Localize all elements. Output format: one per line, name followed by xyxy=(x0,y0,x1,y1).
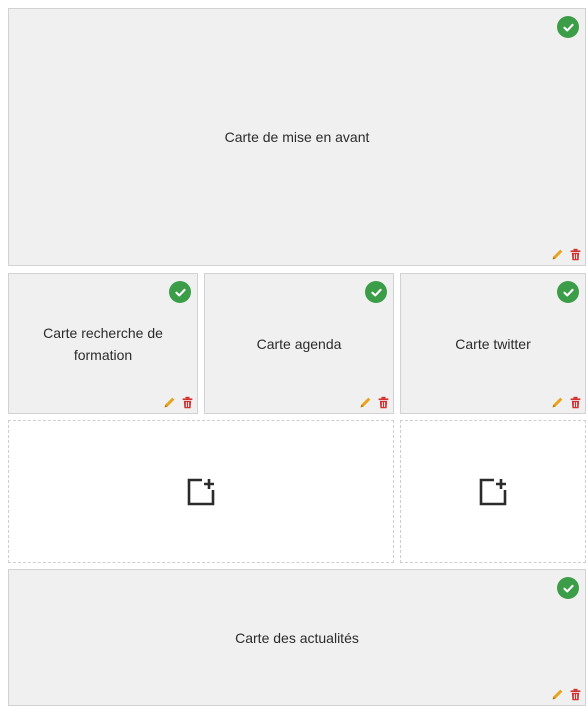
pencil-icon[interactable] xyxy=(359,396,372,409)
card-formation-label: Carte recherche de formation xyxy=(43,324,163,363)
card-news[interactable]: Carte des actualités xyxy=(8,569,586,706)
card-agenda-label: Carte agenda xyxy=(256,335,342,352)
pencil-icon[interactable] xyxy=(163,396,176,409)
pencil-icon[interactable] xyxy=(551,688,564,701)
check-circle-icon[interactable] xyxy=(557,577,579,599)
check-circle-icon[interactable] xyxy=(169,281,191,303)
card-formation-actions xyxy=(163,394,194,410)
card-twitter-label: Carte twitter xyxy=(455,335,531,352)
card-twitter-actions xyxy=(551,394,582,410)
trash-icon[interactable] xyxy=(377,396,390,409)
check-circle-icon[interactable] xyxy=(557,16,579,38)
trash-icon[interactable] xyxy=(569,688,582,701)
card-hero-label: Carte de mise en avant xyxy=(224,129,370,145)
pencil-icon[interactable] xyxy=(551,396,564,409)
pencil-icon[interactable] xyxy=(551,248,564,261)
check-circle-icon[interactable] xyxy=(557,281,579,303)
card-news-actions xyxy=(551,686,582,702)
trash-icon[interactable] xyxy=(569,396,582,409)
card-twitter[interactable]: Carte twitter xyxy=(400,273,586,414)
add-card-icon[interactable] xyxy=(186,477,216,507)
card-hero-actions xyxy=(551,246,582,262)
card-news-label: Carte des actualités xyxy=(235,629,359,646)
card-formation[interactable]: Carte recherche de formation xyxy=(8,273,198,414)
empty-slot-narrow[interactable] xyxy=(400,420,586,563)
card-agenda-actions xyxy=(359,394,390,410)
add-card-icon[interactable] xyxy=(478,477,508,507)
check-circle-icon[interactable] xyxy=(365,281,387,303)
empty-slot-wide[interactable] xyxy=(8,420,394,563)
card-agenda[interactable]: Carte agenda xyxy=(204,273,394,414)
trash-icon[interactable] xyxy=(569,248,582,261)
homepage-layout-editor: Carte de mise en avant Carte recherche d… xyxy=(0,0,586,706)
trash-icon[interactable] xyxy=(181,396,194,409)
card-hero[interactable]: Carte de mise en avant xyxy=(8,8,586,266)
